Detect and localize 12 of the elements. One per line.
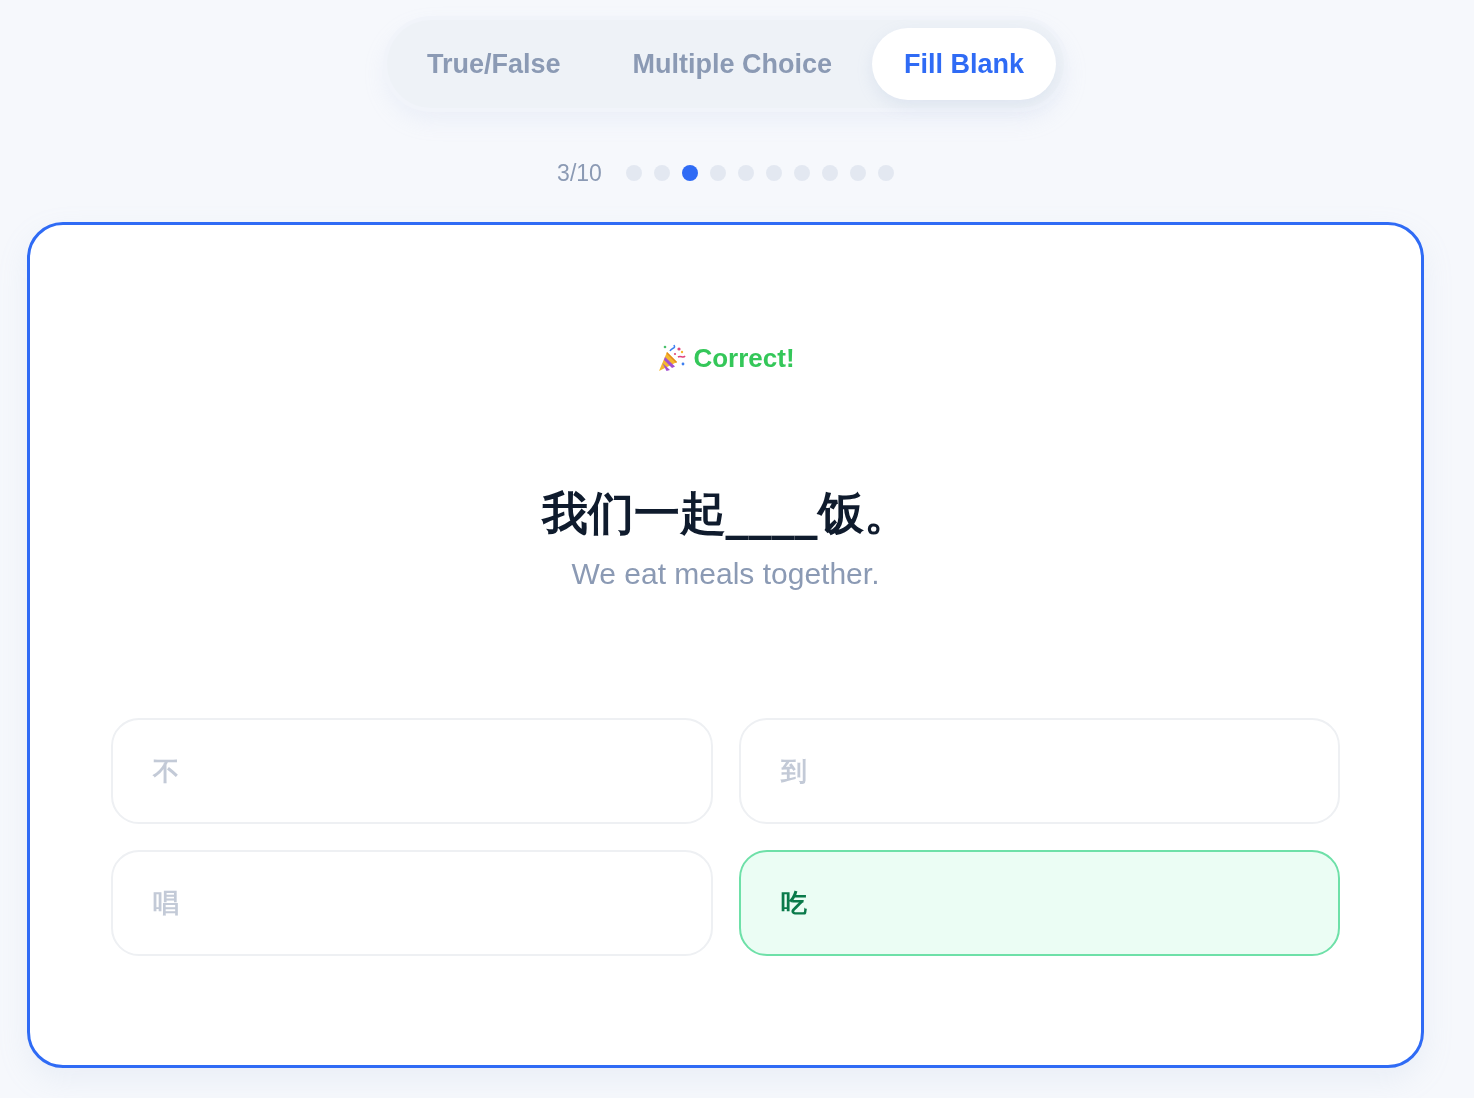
answer-option[interactable]: 不 xyxy=(111,718,713,824)
answer-option[interactable]: 吃 xyxy=(738,850,1340,956)
party-popper-icon xyxy=(656,343,687,373)
mode-tab[interactable]: Fill Blank xyxy=(872,28,1057,100)
translation-text: We eat meals together. xyxy=(571,556,880,592)
mode-tab[interactable]: True/False xyxy=(394,28,593,100)
mode-tab[interactable]: Multiple Choice xyxy=(600,28,865,100)
answer-option[interactable]: 到 xyxy=(738,718,1340,824)
feedback-text: Correct! xyxy=(693,342,795,374)
question-sentence: 我们一起____饭。 xyxy=(541,485,910,542)
answer-option[interactable]: 唱 xyxy=(111,850,713,956)
progress-counter: 3/10 xyxy=(557,159,602,187)
